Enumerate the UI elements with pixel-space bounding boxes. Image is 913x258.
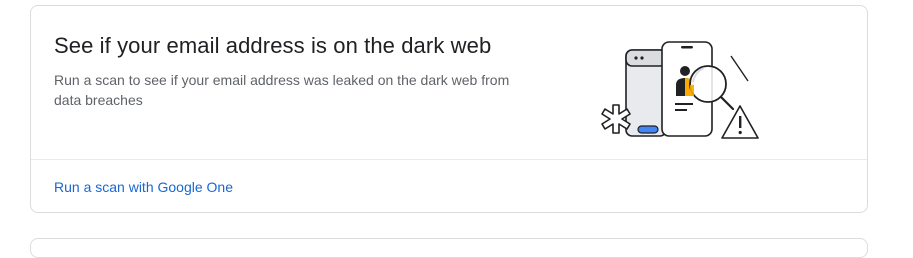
next-card [30, 238, 868, 258]
card-description: Run a scan to see if your email address … [54, 72, 510, 108]
card-title: See if your email address is on the dark… [54, 33, 492, 58]
run-scan-link[interactable]: Run a scan with Google One [54, 179, 233, 195]
card-body: See if your email address is on the dark… [31, 6, 867, 160]
dark-web-scan-card: See if your email address is on the dark… [30, 5, 868, 213]
card-footer: Run a scan with Google One [31, 160, 867, 214]
dark-web-scan-illustration-icon [601, 41, 759, 139]
